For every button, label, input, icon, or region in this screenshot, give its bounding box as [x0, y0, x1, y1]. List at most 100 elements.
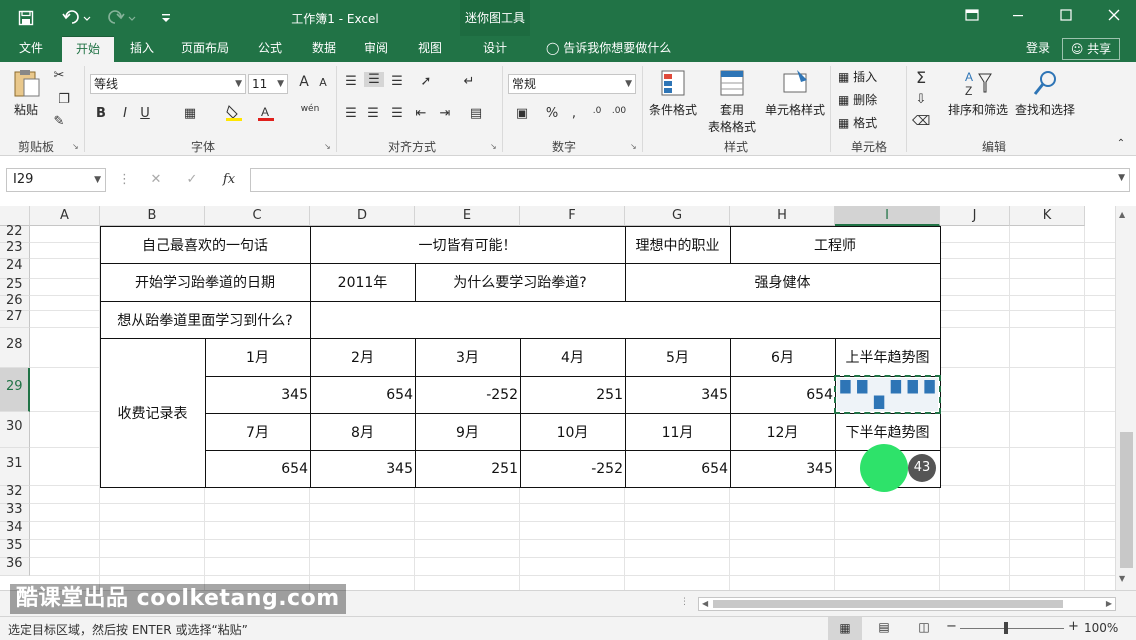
font-launcher-icon[interactable]: ↘ [324, 142, 331, 151]
comma-style-icon[interactable]: , [566, 106, 582, 121]
zoom-in-icon[interactable]: + [1068, 619, 1079, 634]
vertical-scrollbar[interactable]: ▲ ▼ [1115, 206, 1136, 590]
start-date-label[interactable]: 开始学习跆拳道的日期 [100, 263, 310, 301]
format-cells-button[interactable]: ▦ 格式 [838, 114, 900, 131]
paste-button[interactable]: 粘贴 [8, 68, 44, 118]
start-date-value[interactable]: 2011年 [310, 263, 415, 301]
close-icon[interactable] [1102, 6, 1126, 30]
orientation-icon[interactable]: ➚ [412, 74, 440, 89]
fee-value[interactable]: 251 [520, 376, 625, 413]
row-header-28[interactable]: 28 [0, 328, 30, 368]
page-layout-view-icon[interactable]: ▤ [874, 620, 894, 634]
month-header[interactable]: 1月 [205, 338, 310, 376]
share-button[interactable]: ☺ 共享 [1062, 38, 1120, 60]
font-size-combo[interactable]: 11 ▼ [248, 74, 288, 94]
fill-icon[interactable]: ⇩ [912, 92, 930, 107]
vertical-scroll-thumb[interactable] [1120, 432, 1133, 568]
redo-icon[interactable] [104, 8, 140, 28]
collapse-ribbon-icon[interactable]: ⌃ [1114, 138, 1128, 149]
worksheet-grid[interactable]: A B C D E F G H I J K 22 23 24 25 26 27 28 29 30 31 32 33 34 35 3… [0, 206, 1136, 590]
increase-decimal-icon[interactable]: .0 [588, 106, 606, 116]
dream-job-label[interactable]: 理想中的职业 [625, 226, 730, 263]
fee-value[interactable]: -252 [415, 376, 520, 413]
format-as-table-button[interactable]: 套用 表格格式 [700, 68, 764, 135]
alignment-launcher-icon[interactable]: ↘ [490, 142, 497, 151]
name-box[interactable]: I29 ▼ [6, 168, 106, 192]
month-header[interactable]: 5月 [625, 338, 730, 376]
percent-icon[interactable]: % [544, 106, 560, 121]
tab-file[interactable]: 文件 [8, 36, 54, 62]
insert-cells-button[interactable]: ▦ 插入 [838, 68, 900, 85]
save-icon[interactable] [14, 8, 38, 28]
month-header[interactable]: 8月 [310, 413, 415, 450]
row-header-29[interactable]: 29 [0, 368, 30, 412]
align-center-icon[interactable]: ☰ [364, 106, 382, 121]
column-header-K[interactable]: K [1010, 206, 1085, 226]
align-top-icon[interactable]: ☰ [342, 74, 360, 89]
fee-value[interactable]: 654 [205, 450, 310, 487]
fee-value[interactable]: 654 [625, 450, 730, 487]
fee-table-label[interactable]: 收费记录表 [100, 338, 205, 487]
decrease-indent-icon[interactable]: ⇤ [412, 106, 430, 121]
horizontal-scroll-thumb[interactable] [713, 600, 1063, 608]
scroll-up-icon[interactable]: ▲ [1119, 210, 1125, 219]
grow-font-icon[interactable]: A [296, 74, 312, 90]
split-handle-icon[interactable]: ⋮ [680, 597, 689, 607]
font-color-icon[interactable]: A [256, 104, 276, 126]
cell-styles-button[interactable]: 单元格样式 [764, 68, 826, 118]
column-header-C[interactable]: C [205, 206, 310, 226]
fill-color-icon[interactable] [224, 104, 244, 126]
learn-what-value[interactable] [310, 301, 940, 338]
tab-view[interactable]: 视图 [410, 36, 450, 62]
autosum-icon[interactable]: Σ [912, 68, 930, 87]
column-header-F[interactable]: F [520, 206, 625, 226]
clear-icon[interactable]: ⌫ [912, 114, 930, 129]
fee-value[interactable]: -252 [520, 450, 625, 487]
align-middle-icon[interactable]: ☰ [364, 72, 384, 87]
fee-value[interactable]: 251 [415, 450, 520, 487]
underline-button[interactable]: U [138, 106, 152, 121]
month-header[interactable]: 11月 [625, 413, 730, 450]
decrease-decimal-icon[interactable]: .00 [610, 106, 628, 116]
fee-value[interactable]: 654 [310, 376, 415, 413]
why-value[interactable]: 强身健体 [625, 263, 940, 301]
align-left-icon[interactable]: ☰ [342, 106, 360, 121]
insert-function-icon[interactable]: fx [220, 172, 238, 187]
expand-formula-icon[interactable]: ▼ [1118, 173, 1125, 183]
column-header-D[interactable]: D [310, 206, 415, 226]
scroll-down-icon[interactable]: ▼ [1119, 574, 1125, 583]
maximize-icon[interactable] [1054, 6, 1078, 30]
number-format-combo[interactable]: 常规 ▼ [508, 74, 636, 94]
increase-indent-icon[interactable]: ⇥ [436, 106, 454, 121]
customize-toolbar-icon[interactable] [156, 8, 176, 28]
month-header[interactable]: 3月 [415, 338, 520, 376]
fav-sentence-value[interactable]: 一切皆有可能！ [310, 226, 625, 263]
undo-icon[interactable] [58, 8, 96, 28]
column-header-A[interactable]: A [30, 206, 100, 226]
tab-data[interactable]: 数据 [304, 36, 344, 62]
bold-button[interactable]: B [94, 106, 108, 121]
italic-button[interactable]: I [118, 106, 132, 121]
accounting-format-icon[interactable]: ▣ [508, 106, 536, 121]
row-header-36[interactable]: 36 [0, 556, 30, 576]
sort-filter-button[interactable]: AZ 排序和筛选 [944, 68, 1012, 118]
tab-review[interactable]: 审阅 [356, 36, 396, 62]
tell-me-box[interactable]: ◯ 告诉我你想要做什么 [546, 36, 671, 62]
column-header-I[interactable]: I [835, 206, 940, 226]
zoom-out-icon[interactable]: − [946, 619, 957, 634]
align-right-icon[interactable]: ☰ [388, 106, 406, 121]
minimize-icon[interactable] [1006, 6, 1030, 30]
fee-value[interactable]: 345 [310, 450, 415, 487]
tab-home[interactable]: 开始 [62, 36, 114, 62]
fee-value[interactable]: 345 [205, 376, 310, 413]
wrap-text-icon[interactable]: ↵ [460, 74, 478, 89]
page-break-view-icon[interactable]: ◫ [914, 620, 934, 634]
month-header[interactable]: 6月 [730, 338, 835, 376]
month-header[interactable]: 7月 [205, 413, 310, 450]
merge-center-icon[interactable]: ▤ [464, 106, 488, 121]
column-header-J[interactable]: J [940, 206, 1010, 226]
number-launcher-icon[interactable]: ↘ [630, 142, 637, 151]
tab-design[interactable]: 设计 [474, 36, 516, 62]
column-header-B[interactable]: B [100, 206, 205, 226]
column-header-G[interactable]: G [625, 206, 730, 226]
